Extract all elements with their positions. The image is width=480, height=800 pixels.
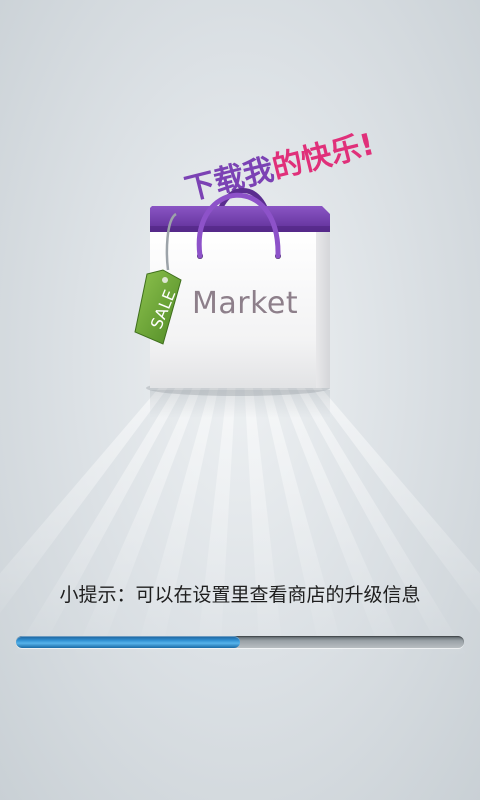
loading-progress-bar xyxy=(16,636,464,648)
tip-text: 小提示：可以在设置里查看商店的升级信息 xyxy=(59,584,421,606)
progress-fill xyxy=(16,636,240,648)
bag-label-market: Market xyxy=(192,286,299,321)
